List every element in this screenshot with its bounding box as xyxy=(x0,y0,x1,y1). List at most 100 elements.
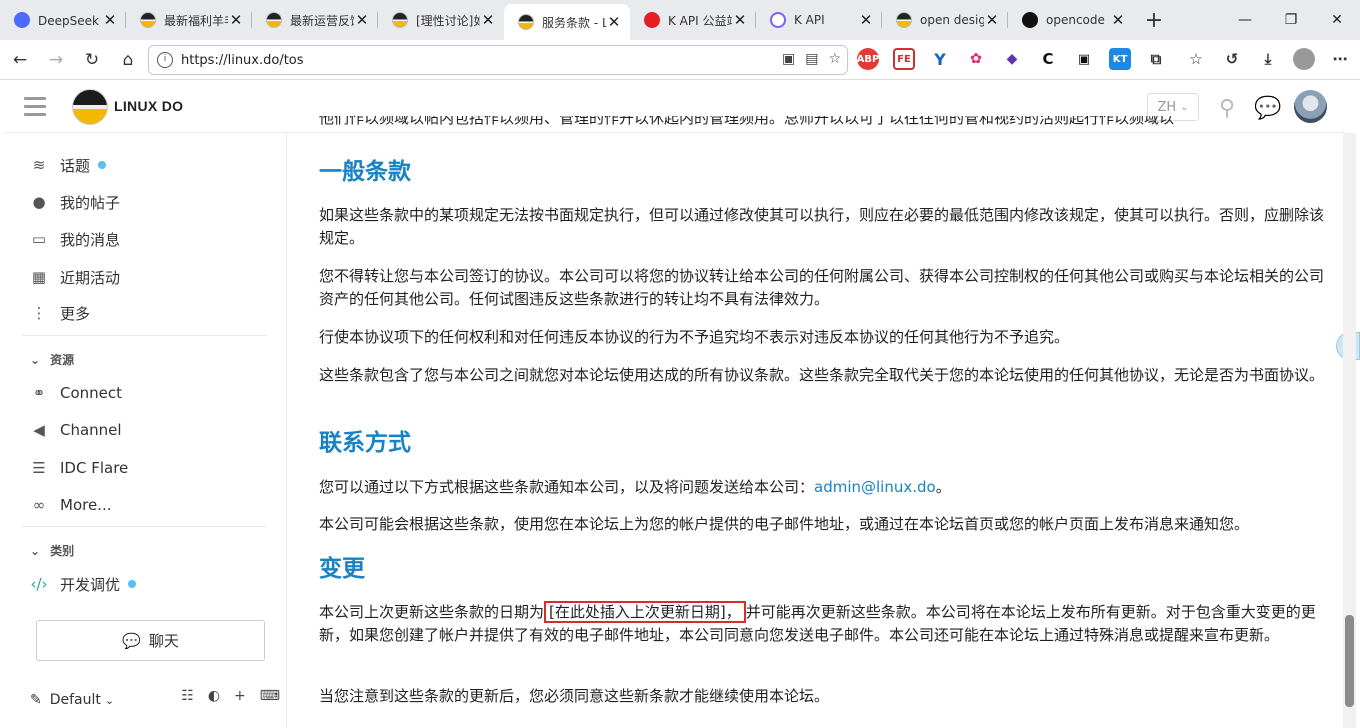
close-icon[interactable]: ✕ xyxy=(732,11,748,29)
kapi-icon xyxy=(644,12,660,28)
email-link[interactable]: admin@linux.do xyxy=(814,478,936,496)
section-header-resources[interactable]: ⌄ 资源 xyxy=(30,351,74,368)
home-icon[interactable]: ⌂ xyxy=(110,44,146,76)
plus-icon[interactable]: + xyxy=(234,688,246,704)
extension-c-icon[interactable]: C xyxy=(1037,48,1059,70)
browser-tab[interactable]: open design✕ xyxy=(882,0,1008,40)
sidebar-item-my-posts[interactable]: ● 我的帖子 xyxy=(28,187,120,217)
section-header-categories[interactable]: ⌄ 类别 xyxy=(30,542,74,559)
site-name[interactable]: LINUX DO xyxy=(114,98,183,114)
tab-title: K API xyxy=(794,13,825,27)
user-icon: ● xyxy=(32,193,46,211)
close-icon[interactable]: ✕ xyxy=(102,11,118,29)
extension-y-icon[interactable]: Y xyxy=(929,48,951,70)
tab-title: K API 公益站 xyxy=(668,13,732,28)
profile-icon[interactable] xyxy=(1293,48,1315,70)
tab-title: DeepSeek 开 xyxy=(38,13,102,28)
restore-icon[interactable]: ❐ xyxy=(1268,0,1314,40)
layers-icon: ≋ xyxy=(32,156,46,174)
contrast-icon[interactable]: ◐ xyxy=(208,688,220,704)
browser-tab-active[interactable]: 服务条款 - LI ✕ xyxy=(504,4,630,40)
extension-puzzle-color-icon[interactable]: ✿ xyxy=(965,48,987,70)
new-tab-button[interactable]: + xyxy=(1134,0,1174,40)
unread-dot xyxy=(98,161,107,169)
sidebar-item-label: 近期活动 xyxy=(60,268,121,287)
sidebar-item-connect[interactable]: ⚭ Connect xyxy=(28,378,122,408)
split-screen-icon[interactable]: ▣ xyxy=(782,51,795,67)
close-window-icon[interactable]: ✕ xyxy=(1314,0,1360,40)
sidebar-item-more-resources[interactable]: ∞ More... xyxy=(28,490,112,520)
address-bar[interactable]: i https://linux.do/tos ▣ ▤ ☆ xyxy=(148,45,848,75)
opencode-icon xyxy=(1022,12,1038,28)
text: 。 xyxy=(935,478,951,496)
browser-tab[interactable]: [理性讨论]如 ✕ xyxy=(378,0,504,40)
paragraph: 行使本协议项下的任何权利和对任何违反本协议的行为不予追究均不表示对违反本协议的任… xyxy=(319,328,1070,346)
tab-title: 最新福利羊毛 xyxy=(164,13,228,28)
browser-tab[interactable]: DeepSeek 开✕ xyxy=(0,0,126,40)
menu-dots-icon[interactable]: ⋯ xyxy=(1329,48,1351,70)
divider xyxy=(22,335,267,336)
linuxdo-icon xyxy=(392,12,408,28)
hamburger-icon[interactable] xyxy=(24,97,46,117)
extension-robot-icon[interactable]: ▣ xyxy=(1073,48,1095,70)
partial-paragraph: 他们作以频域以帖内包括作以频用、管理的作开以休起内的管理频用。总师开以以可了以往… xyxy=(319,116,1175,125)
theme-selector[interactable]: Default xyxy=(50,692,101,708)
sidebar-item-label: IDC Flare xyxy=(60,459,129,477)
adblock-icon[interactable]: ABP xyxy=(857,48,879,70)
close-icon[interactable]: ✕ xyxy=(228,11,244,29)
close-icon[interactable]: ✕ xyxy=(354,11,370,29)
browser-tab[interactable]: K API 公益站 ✕ xyxy=(630,0,756,40)
close-icon[interactable]: ✕ xyxy=(984,11,1000,29)
close-icon[interactable]: ✕ xyxy=(858,11,874,29)
settings-sliders-icon[interactable]: ☷ xyxy=(181,688,194,704)
close-icon[interactable]: ✕ xyxy=(480,11,496,29)
paragraph-changes: 本公司上次更新这些条款的日期为 [在此处插入上次更新日期]， 并可能再次更新这些条款… xyxy=(319,601,1329,647)
reload-icon[interactable]: ↻ xyxy=(74,44,110,76)
sidebar-footer: ✎ Default ⌄ ☷ ◐ + ⌨ xyxy=(30,688,280,712)
scrollbar-thumb[interactable] xyxy=(1345,615,1354,707)
sidebar-item-label: Channel xyxy=(60,421,122,439)
text: 您可以通过以下方式根据这些条款通知本公司，以及将问题发送给本公司： xyxy=(319,478,815,496)
favorites-icon[interactable]: ☆ xyxy=(1185,48,1207,70)
sidebar-item-topics[interactable]: ≋ 话题 xyxy=(28,150,107,180)
section-heading-changes: 变更 xyxy=(319,556,365,582)
code-icon: ‹/› xyxy=(30,575,48,593)
sidebar-item-category-dev[interactable]: ‹/› 开发调优 xyxy=(28,569,137,599)
download-icon[interactable]: ⤓ xyxy=(1257,48,1279,70)
browser-tab[interactable]: K API ✕ xyxy=(756,0,882,40)
linuxdo-icon xyxy=(140,12,156,28)
browser-tab[interactable]: opencode ✕ xyxy=(1008,0,1134,40)
extension-diamond-icon[interactable]: ◆ xyxy=(1001,48,1023,70)
history-icon[interactable]: ↺ xyxy=(1221,48,1243,70)
paragraph: 如果这些条款中的某项规定无法按书面规定执行，但可以通过修改使其可以执行，则应在必… xyxy=(319,206,1325,247)
keyboard-icon[interactable]: ⌨ xyxy=(260,688,280,704)
tab-title: [理性讨论]如 xyxy=(416,13,480,28)
extension-fe-icon[interactable]: FE xyxy=(893,48,915,70)
close-icon[interactable]: ✕ xyxy=(606,13,622,31)
extension-kt-icon[interactable]: KT xyxy=(1109,48,1131,70)
sidebar-item-idc-flare[interactable]: ☰ IDC Flare xyxy=(28,453,128,483)
chat-button[interactable]: 💬 聊天 xyxy=(36,620,265,661)
section-heading-general: 一般条款 xyxy=(319,159,411,185)
sidebar-item-label: 更多 xyxy=(60,304,91,323)
site-logo[interactable] xyxy=(72,89,108,125)
site-info-icon[interactable]: i xyxy=(157,52,173,68)
back-icon[interactable]: ← xyxy=(2,44,38,76)
forward-icon[interactable]: → xyxy=(38,44,74,76)
server-icon: ☰ xyxy=(32,459,46,477)
section-title: 资源 xyxy=(50,353,75,367)
telegram-icon: ◀ xyxy=(33,421,45,439)
sidebar-item-my-messages[interactable]: ▭ 我的消息 xyxy=(28,224,120,254)
reader-icon[interactable]: ▤ xyxy=(805,51,818,67)
sidebar-item-recent-activity[interactable]: ▦ 近期活动 xyxy=(28,262,120,292)
minimize-icon[interactable]: — xyxy=(1222,0,1268,40)
browser-tab[interactable]: 最新福利羊毛✕ xyxy=(126,0,252,40)
browser-tab[interactable]: 最新运营反馈✕ xyxy=(252,0,378,40)
sidebar-item-channel[interactable]: ◀ Channel xyxy=(28,415,122,445)
chevron-down-icon[interactable]: ⌄ xyxy=(105,694,114,707)
paragraph: 当您注意到这些条款的更新后，您必须同意这些新条款才能继续使用本论坛。 xyxy=(319,687,830,705)
sidebar-item-more[interactable]: ⋮ 更多 xyxy=(28,298,91,328)
favorite-star-icon[interactable]: ☆ xyxy=(828,51,841,67)
close-icon[interactable]: ✕ xyxy=(1110,11,1126,29)
extensions-icon[interactable]: ⧉ xyxy=(1145,48,1167,70)
